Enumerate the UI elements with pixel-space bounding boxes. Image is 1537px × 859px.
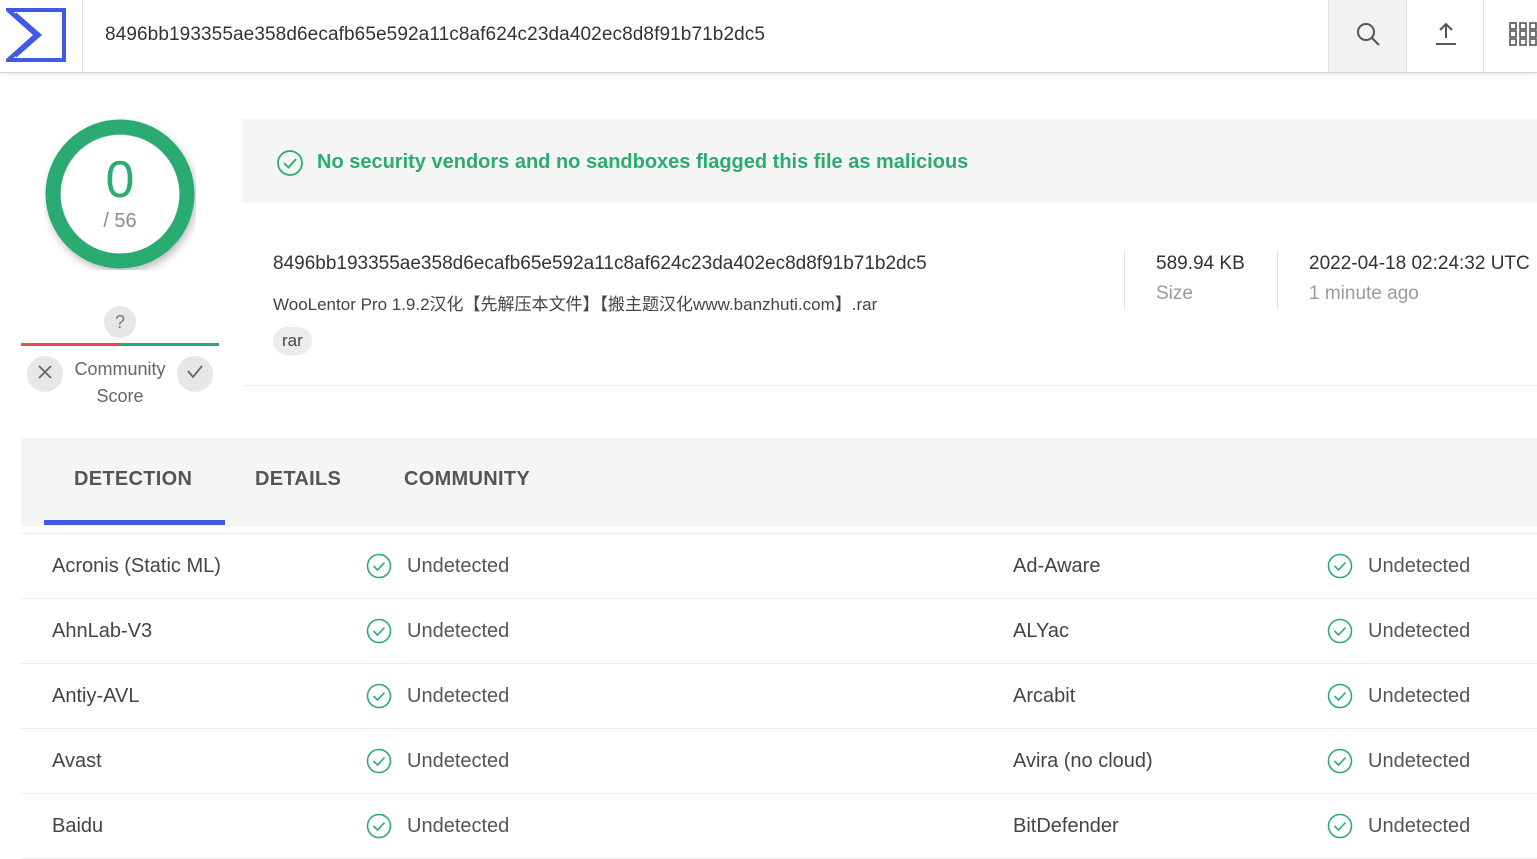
- table-row: Acronis (Static ML) Undetected Ad-Aware Und…: [21, 534, 1537, 599]
- detection-status: Undetected: [1368, 794, 1470, 858]
- check-circle-icon: [366, 748, 392, 774]
- header-divider: [82, 0, 83, 72]
- check-icon: [187, 365, 203, 384]
- info-divider: [1277, 250, 1278, 310]
- summary-message: No security vendors and no sandboxes fla…: [317, 149, 968, 175]
- detection-status: Undetected: [1368, 534, 1470, 598]
- detection-table: Acronis (Static ML) Undetected Ad-Aware Und…: [21, 533, 1537, 859]
- check-circle-icon: [366, 618, 392, 644]
- apps-grid-icon: [1508, 21, 1537, 52]
- check-circle-icon: [1327, 748, 1353, 774]
- vendor-name: Acronis (Static ML): [52, 534, 221, 598]
- virustotal-logo[interactable]: [6, 8, 66, 62]
- tab-details[interactable]: DETAILS: [255, 468, 341, 491]
- tab-community[interactable]: COMMUNITY: [404, 468, 530, 491]
- top-bar: 8496bb193355ae358d6ecafb65e592a11c8af624…: [0, 0, 1537, 73]
- check-circle-icon: [366, 813, 392, 839]
- file-name: WooLentor Pro 1.9.2汉化【先解压本文件】【搬主题汉化www.b…: [273, 290, 877, 315]
- community-label-line1: Community: [66, 356, 174, 383]
- check-circle-icon: [366, 683, 392, 709]
- check-circle-icon: [1327, 618, 1353, 644]
- vendor-name: BitDefender: [1013, 794, 1119, 858]
- tab-bar: [21, 438, 1537, 526]
- check-circle-icon: [366, 553, 392, 579]
- detection-count: 0: [44, 150, 196, 210]
- community-bar-positive: [120, 343, 219, 346]
- analysis-date: 2022-04-18 02:24:32 UTC: [1309, 253, 1530, 275]
- vendor-name: Avira (no cloud): [1013, 729, 1153, 793]
- engine-total: / 56: [44, 210, 196, 233]
- check-circle-icon: [276, 149, 304, 182]
- detection-status: Undetected: [407, 794, 509, 858]
- check-circle-icon: [1327, 683, 1353, 709]
- detection-status: Undetected: [407, 599, 509, 663]
- community-score-label: Community Score: [66, 356, 174, 410]
- file-size-label: Size: [1156, 283, 1193, 305]
- community-bar-negative: [21, 343, 120, 346]
- table-row: Antiy-AVL Undetected Arcabit Undetected: [21, 664, 1537, 729]
- vendor-name: Arcabit: [1013, 664, 1075, 728]
- vendor-name: ALYac: [1013, 599, 1069, 663]
- vendor-name: Antiy-AVL: [52, 664, 139, 728]
- community-label-line2: Score: [66, 383, 174, 410]
- check-circle-icon: [1327, 553, 1353, 579]
- detection-status: Undetected: [1368, 599, 1470, 663]
- detection-status: Undetected: [1368, 664, 1470, 728]
- vendor-name: Avast: [52, 729, 102, 793]
- close-icon: [38, 365, 52, 384]
- table-row: Baidu Undetected BitDefender Undetected: [21, 794, 1537, 859]
- file-type-tag[interactable]: rar: [273, 327, 312, 355]
- vendor-name: Baidu: [52, 794, 103, 858]
- search-icon: [1355, 21, 1381, 52]
- table-row: AhnLab-V3 Undetected ALYac Undetected: [21, 599, 1537, 664]
- file-hash[interactable]: 8496bb193355ae358d6ecafb65e592a11c8af624…: [273, 253, 927, 275]
- tab-detection[interactable]: DETECTION: [74, 468, 192, 491]
- file-size: 589.94 KB: [1156, 253, 1245, 275]
- community-help-icon[interactable]: ?: [104, 306, 136, 338]
- vendor-name: Ad-Aware: [1013, 534, 1100, 598]
- active-tab-indicator: [44, 520, 225, 525]
- apps-button[interactable]: [1483, 0, 1537, 72]
- detection-status: Undetected: [1368, 729, 1470, 793]
- analysis-relative-time: 1 minute ago: [1309, 283, 1419, 305]
- vote-malicious-button[interactable]: [27, 356, 63, 392]
- upload-button[interactable]: [1406, 0, 1484, 72]
- info-divider: [1124, 250, 1125, 310]
- search-button[interactable]: [1328, 0, 1406, 72]
- vote-harmless-button[interactable]: [177, 356, 213, 392]
- search-input[interactable]: 8496bb193355ae358d6ecafb65e592a11c8af624…: [105, 0, 765, 72]
- table-row: Avast Undetected Avira (no cloud) Undetecte…: [21, 729, 1537, 794]
- upload-icon: [1433, 21, 1459, 52]
- detection-status: Undetected: [407, 534, 509, 598]
- detection-status: Undetected: [407, 729, 509, 793]
- check-circle-icon: [1327, 813, 1353, 839]
- vendor-name: AhnLab-V3: [52, 599, 152, 663]
- detection-status: Undetected: [407, 664, 509, 728]
